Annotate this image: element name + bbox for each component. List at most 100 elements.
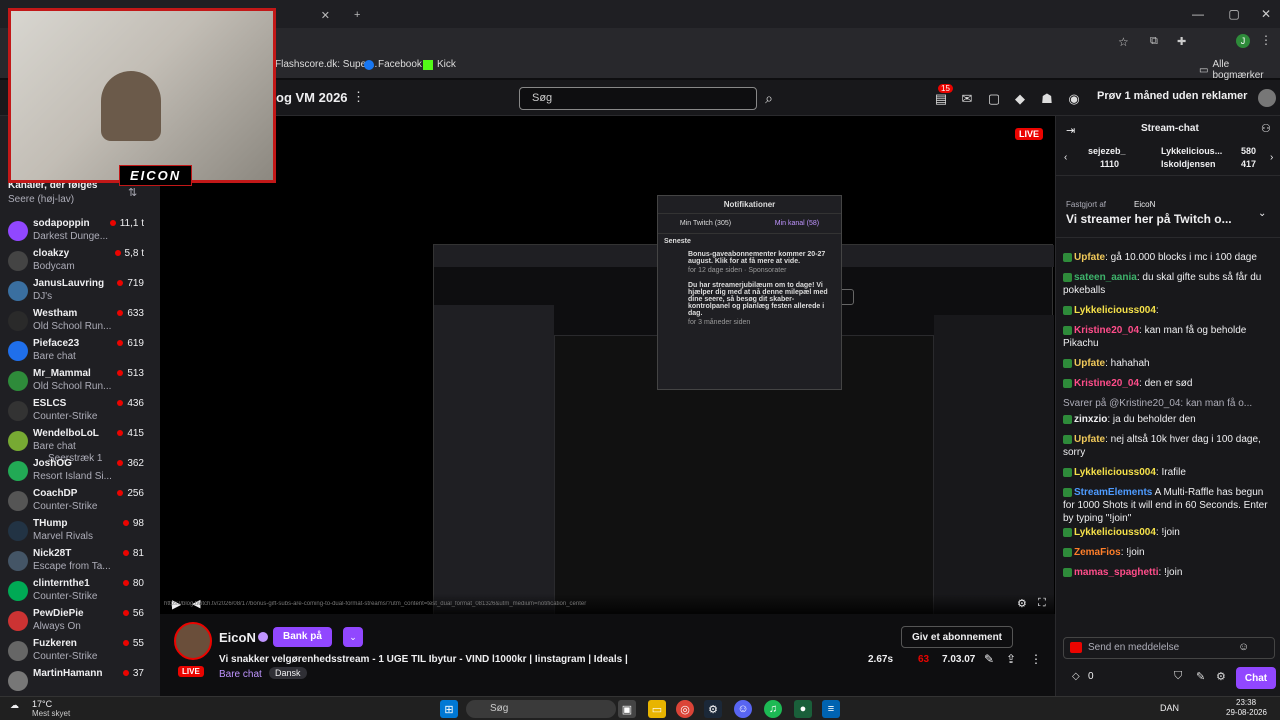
- sidebar-channel-item[interactable]: Westham Old School Run... 633: [0, 306, 158, 337]
- chat-username[interactable]: Lykkeliciouss004: [1074, 305, 1156, 316]
- search-input[interactable]: Søg: [519, 87, 757, 110]
- sidebar-sort[interactable]: Seere (høj-lav): [8, 194, 74, 205]
- discord-icon[interactable]: ☺: [734, 700, 752, 718]
- sidebar-channel-item[interactable]: MartinHamann 37: [0, 666, 158, 697]
- stream-tag[interactable]: Dansk: [269, 667, 307, 679]
- chat-username[interactable]: mamas_spaghetti: [1074, 567, 1158, 578]
- sidebar-channel-item[interactable]: sodapoppin Darkest Dunge... 11,1 t: [0, 216, 158, 247]
- collapse-chat-icon[interactable]: ⇥: [1066, 124, 1075, 137]
- edit-icon[interactable]: ✎: [984, 652, 994, 666]
- sidebar-channel-item[interactable]: JoshOG Resort Island Si... 362: [0, 456, 158, 487]
- file-explorer-icon[interactable]: ▭: [648, 700, 666, 718]
- chat-message[interactable]: Kristine20_04: den er sød: [1063, 377, 1275, 390]
- sidebar-channel-item[interactable]: WendelboLoL Bare chat 415 Seerstræk 1: [0, 426, 158, 464]
- chat-username[interactable]: sateen_aania: [1074, 272, 1137, 283]
- support-button[interactable]: Bank på: [273, 627, 332, 647]
- bits-badge-icon[interactable]: [1070, 642, 1082, 653]
- new-tab-icon[interactable]: +: [344, 4, 370, 26]
- chat-username[interactable]: ZemaFios: [1074, 547, 1121, 558]
- gear-icon[interactable]: ⚙: [1216, 670, 1226, 683]
- share-icon[interactable]: ⇪: [1006, 652, 1016, 666]
- points-icon[interactable]: ◇: [1072, 671, 1080, 682]
- extension-icon[interactable]: ⧉: [1150, 35, 1158, 48]
- notepad-icon[interactable]: ≡: [822, 700, 840, 718]
- bookmark-kick[interactable]: Kick: [423, 59, 456, 70]
- settings-icon[interactable]: ⚙: [1017, 597, 1027, 610]
- chat-username[interactable]: Upfate: [1074, 434, 1105, 445]
- chat-username[interactable]: Kristine20_04: [1074, 325, 1139, 336]
- chat-username[interactable]: Lykkeliciouss004: [1074, 527, 1156, 538]
- chevron-left-icon[interactable]: ‹: [1064, 152, 1067, 163]
- prime-button[interactable]: Prøv 1 måned uden reklamer: [1097, 90, 1247, 102]
- sidebar-channel-item[interactable]: Nick28T Escape from Ta... 81: [0, 546, 158, 577]
- chat-message[interactable]: ZemaFios: !join: [1063, 546, 1275, 559]
- chat-message[interactable]: Svarer på @Kristine20_04: kan man få o..…: [1063, 397, 1275, 410]
- chat-message[interactable]: zinxzio: ja du beholder den: [1063, 413, 1275, 426]
- chat-username[interactable]: Kristine20_04: [1074, 378, 1139, 389]
- puzzle-icon[interactable]: ✚: [1177, 35, 1186, 48]
- users-icon[interactable]: ⚇: [1261, 122, 1271, 135]
- taskbar-search[interactable]: Søg: [466, 700, 616, 718]
- user-avatar[interactable]: [1258, 89, 1276, 107]
- stream-category[interactable]: Bare chat: [219, 669, 262, 680]
- inbox-icon[interactable]: ✉: [958, 90, 976, 108]
- browser-tab[interactable]: ✕: [280, 4, 340, 26]
- chrome-icon[interactable]: ◎: [676, 700, 694, 718]
- prime-icon[interactable]: ☗: [1038, 90, 1056, 108]
- emote-icon[interactable]: ☺: [1238, 641, 1249, 653]
- chat-message[interactable]: Upfate: nej altså 10k hver dag i 100 dag…: [1063, 433, 1275, 459]
- obs-icon[interactable]: ●: [794, 700, 812, 718]
- steam-icon[interactable]: ⚙: [704, 700, 722, 718]
- sidebar-channel-item[interactable]: cloakzy Bodycam 5,8 t: [0, 246, 158, 277]
- chat-send-button[interactable]: Chat: [1236, 667, 1276, 689]
- chat-message[interactable]: Upfate: gå 10.000 blocks i mc i 100 dage: [1063, 251, 1275, 264]
- sidebar-channel-item[interactable]: Mr_Mammal Old School Run... 513: [0, 366, 158, 397]
- close-window-icon[interactable]: ✕: [1250, 0, 1280, 28]
- chat-username[interactable]: Upfate: [1074, 358, 1105, 369]
- search-icon[interactable]: ⌕: [759, 87, 779, 110]
- sidebar-channel-item[interactable]: clinternthe1 Counter-Strike 80: [0, 576, 158, 607]
- more-options-icon[interactable]: ⋮: [1030, 652, 1042, 666]
- sidebar-channel-item[interactable]: THump Marvel Rivals 98: [0, 516, 158, 547]
- chat-message[interactable]: Lykkeliciouss004: !join: [1063, 526, 1275, 539]
- channel-name[interactable]: EicoN: [219, 630, 256, 645]
- language-indicator[interactable]: DAN: [1160, 703, 1179, 713]
- sidebar-channel-item[interactable]: PewDiePie Always On 56: [0, 606, 158, 637]
- bookmark-facebook[interactable]: Facebook: [364, 59, 422, 70]
- close-tab-icon[interactable]: ✕: [321, 9, 330, 22]
- whispers-icon[interactable]: ▢: [985, 90, 1003, 108]
- chat-username[interactable]: Upfate: [1074, 252, 1105, 263]
- chevron-down-icon[interactable]: ⌄: [343, 627, 363, 647]
- channel-avatar[interactable]: [174, 622, 212, 660]
- sidebar-channel-item[interactable]: CoachDP Counter-Strike 256: [0, 486, 158, 517]
- all-bookmarks[interactable]: ▭ Alle bogmærker: [1199, 59, 1280, 81]
- sidebar-channel-item[interactable]: Pieface23 Bare chat 619: [0, 336, 158, 367]
- crown-icon[interactable]: ◆: [1011, 90, 1029, 108]
- sort-icon[interactable]: ⇅: [128, 186, 137, 199]
- video-player[interactable]: ▶ ◀ ⚙ ⛶ https://blog.twitch.tv/2026/08/1…: [160, 116, 1055, 614]
- sidebar-channel-item[interactable]: JanusLauvring DJ's 719: [0, 276, 158, 307]
- pencil-icon[interactable]: ✎: [1196, 670, 1205, 683]
- sidebar-channel-item[interactable]: ESLCS Counter-Strike 436: [0, 396, 158, 427]
- chat-message[interactable]: sateen_aania: du skal gifte subs så får …: [1063, 271, 1275, 297]
- minimize-icon[interactable]: —: [1182, 0, 1214, 28]
- maximize-icon[interactable]: ▢: [1218, 0, 1250, 28]
- chat-message[interactable]: Upfate: hahahah: [1063, 357, 1275, 370]
- chat-message[interactable]: mamas_spaghetti: !join: [1063, 566, 1275, 579]
- chat-message[interactable]: Lykkeliciouss004:: [1063, 304, 1275, 317]
- chevron-right-icon[interactable]: ›: [1270, 152, 1273, 163]
- weather-icon[interactable]: ☁: [10, 700, 19, 711]
- start-icon[interactable]: ⊞: [440, 700, 458, 718]
- chat-username[interactable]: zinxzio: [1074, 414, 1107, 425]
- spotify-icon[interactable]: ♫: [764, 700, 782, 718]
- more-icon[interactable]: ⋮: [352, 89, 365, 105]
- chat-username[interactable]: Lykkeliciouss004: [1074, 467, 1156, 478]
- menu-icon[interactable]: ⋮: [1260, 33, 1272, 47]
- subscribe-button[interactable]: Giv et abonnement: [901, 626, 1014, 648]
- task-view-icon[interactable]: ▣: [618, 700, 636, 718]
- sidebar-channel-item[interactable]: Fuzkeren Counter-Strike 55: [0, 636, 158, 667]
- profile-avatar[interactable]: J: [1236, 34, 1250, 48]
- chat-message[interactable]: Lykkeliciouss004: Irafile: [1063, 466, 1275, 479]
- bits-icon[interactable]: ◉: [1065, 90, 1083, 108]
- pinned-message[interactable]: Fastgjort af EicoN Vi streamer her på Tw…: [1056, 200, 1280, 238]
